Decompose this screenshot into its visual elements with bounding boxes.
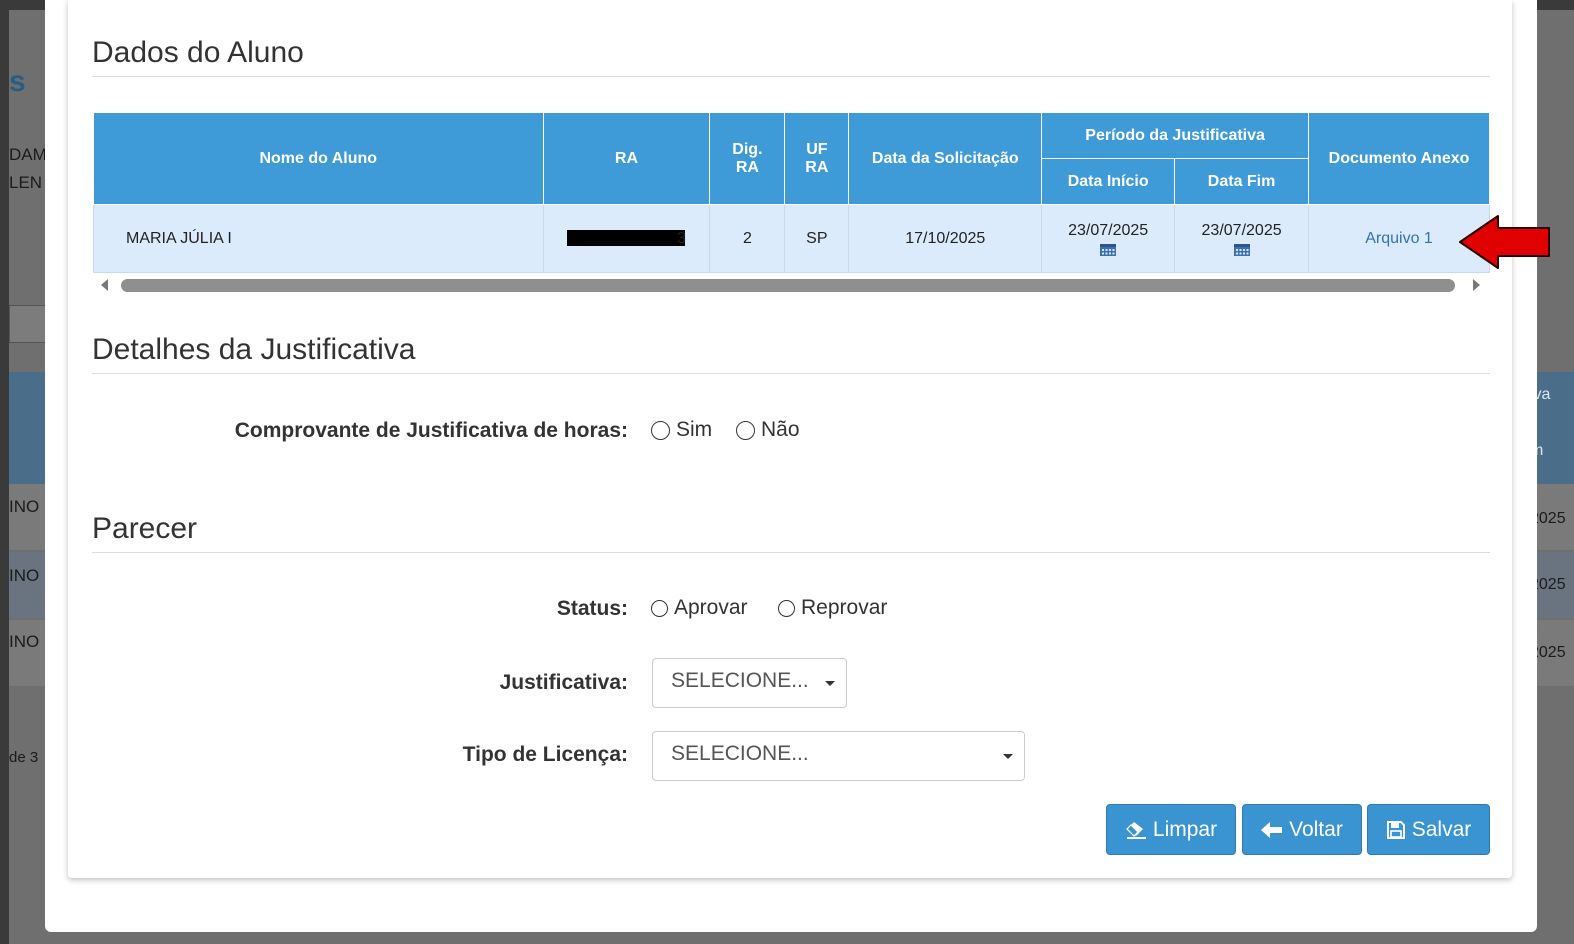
radio-reprovar-label: Reprovar [801, 596, 888, 619]
scroll-right-icon[interactable] [1473, 279, 1480, 291]
cell-data-solicitacao: 17/10/2025 [848, 204, 1043, 273]
cell-uf-ra: SP [784, 204, 850, 273]
calendar-icon[interactable] [1100, 242, 1117, 256]
limpar-button[interactable]: Limpar [1106, 804, 1236, 855]
justificativa-select[interactable]: SELECIONE... [652, 658, 847, 708]
cell-ra: 3 [542, 204, 711, 273]
radio-reprovar[interactable]: Reprovar [778, 596, 887, 620]
red-arrow-pointer-icon [1459, 215, 1550, 269]
comprovante-label: Comprovante de Justificativa de horas: [234, 419, 628, 442]
scroll-left-icon[interactable] [101, 279, 108, 291]
bg-text-fragment: DAM [9, 145, 47, 164]
cell-dig-ra: 2 [709, 204, 786, 273]
column-header-uf-ra-line1: UF [806, 140, 828, 158]
column-header-ra: RA [542, 112, 711, 205]
column-header-dig-ra-line1: Dig. [732, 140, 763, 158]
horizontal-scrollbar[interactable] [93, 276, 1490, 296]
floppy-disk-icon [1386, 820, 1405, 839]
radio-nao[interactable]: Não [736, 418, 800, 442]
radio-circle-icon[interactable] [778, 599, 795, 617]
cell-nome: MARIA JÚLIA I [93, 204, 544, 273]
radio-circle-icon[interactable] [651, 420, 670, 440]
tipo-licenca-label: Tipo de Licença: [462, 743, 628, 766]
chevron-down-icon [825, 681, 835, 686]
cell-data-fim: 23/07/2025 [1174, 204, 1310, 273]
column-header-nome: Nome do Aluno [93, 112, 544, 205]
radio-nao-label: Não [761, 418, 800, 441]
bg-text-fragment: de 3 [9, 749, 39, 766]
radio-circle-icon[interactable] [651, 599, 668, 617]
status-label: Status: [556, 597, 628, 620]
bg-table-header [9, 372, 49, 484]
chevron-down-icon [1003, 754, 1013, 759]
scrollbar-thumb[interactable] [121, 279, 1455, 292]
section-title-parecer: Parecer [92, 512, 1490, 553]
justificativa-label: Justificativa: [499, 671, 628, 694]
voltar-button[interactable]: Voltar [1242, 804, 1362, 855]
bg-text-fragment: INO [9, 566, 40, 585]
column-header-uf-ra: UF RA [784, 112, 850, 205]
radio-aprovar-label: Aprovar [674, 596, 748, 619]
radio-sim-label: Sim [676, 418, 713, 441]
section-title-dados-aluno: Dados do Aluno [92, 36, 1490, 77]
eraser-icon [1126, 821, 1146, 839]
limpar-button-label: Limpar [1152, 817, 1218, 841]
column-header-documento: Documento Anexo [1308, 112, 1490, 205]
salvar-button-label: Salvar [1411, 817, 1472, 841]
cell-ra-suffix: 3 [677, 229, 686, 247]
column-header-uf-ra-line2: RA [805, 158, 829, 176]
section-title-detalhes: Detalhes da Justificativa [92, 333, 1490, 374]
radio-aprovar[interactable]: Aprovar [651, 596, 748, 620]
column-header-data-solicitacao: Data da Solicitação [848, 112, 1043, 205]
justificativa-select-value: SELECIONE... [671, 669, 809, 692]
tipo-licenca-select-value: SELECIONE... [671, 742, 809, 765]
radio-circle-icon[interactable] [736, 420, 755, 440]
arrow-left-icon [1261, 821, 1283, 838]
column-header-data-inicio: Data Início [1041, 158, 1176, 205]
cell-data-inicio: 23/07/2025 [1041, 204, 1176, 273]
radio-sim[interactable]: Sim [651, 418, 712, 442]
bg-row [9, 620, 49, 686]
student-table: Nome do Aluno RA Dig. RA UF RA Data da S… [93, 112, 1490, 273]
bg-text-fragment: LEN [9, 173, 43, 192]
redaction-bar [567, 230, 685, 247]
calendar-icon[interactable] [1233, 242, 1250, 256]
tipo-licenca-select[interactable]: SELECIONE... [652, 731, 1025, 781]
column-header-dig-ra: Dig. RA [709, 112, 786, 205]
column-header-data-fim: Data Fim [1174, 158, 1310, 205]
bg-text-fragment: INO [9, 632, 40, 651]
table-row: MARIA JÚLIA I 3 2 SP 17/10/2025 23/07/20… [93, 204, 1490, 273]
cell-data-inicio-value: 23/07/2025 [1068, 221, 1149, 239]
column-header-periodo: Período da Justificativa [1041, 112, 1310, 159]
bg-text-fragment: INO [9, 497, 40, 516]
bg-row [9, 484, 49, 550]
salvar-button[interactable]: Salvar [1367, 804, 1490, 855]
voltar-button-label: Voltar [1289, 817, 1343, 841]
bg-title-fragment: s [9, 65, 26, 98]
column-header-dig-ra-line2: RA [735, 158, 759, 176]
arquivo-link[interactable]: Arquivo 1 [1365, 230, 1433, 247]
cell-data-fim-value: 23/07/2025 [1201, 221, 1282, 239]
bg-select [9, 305, 49, 343]
